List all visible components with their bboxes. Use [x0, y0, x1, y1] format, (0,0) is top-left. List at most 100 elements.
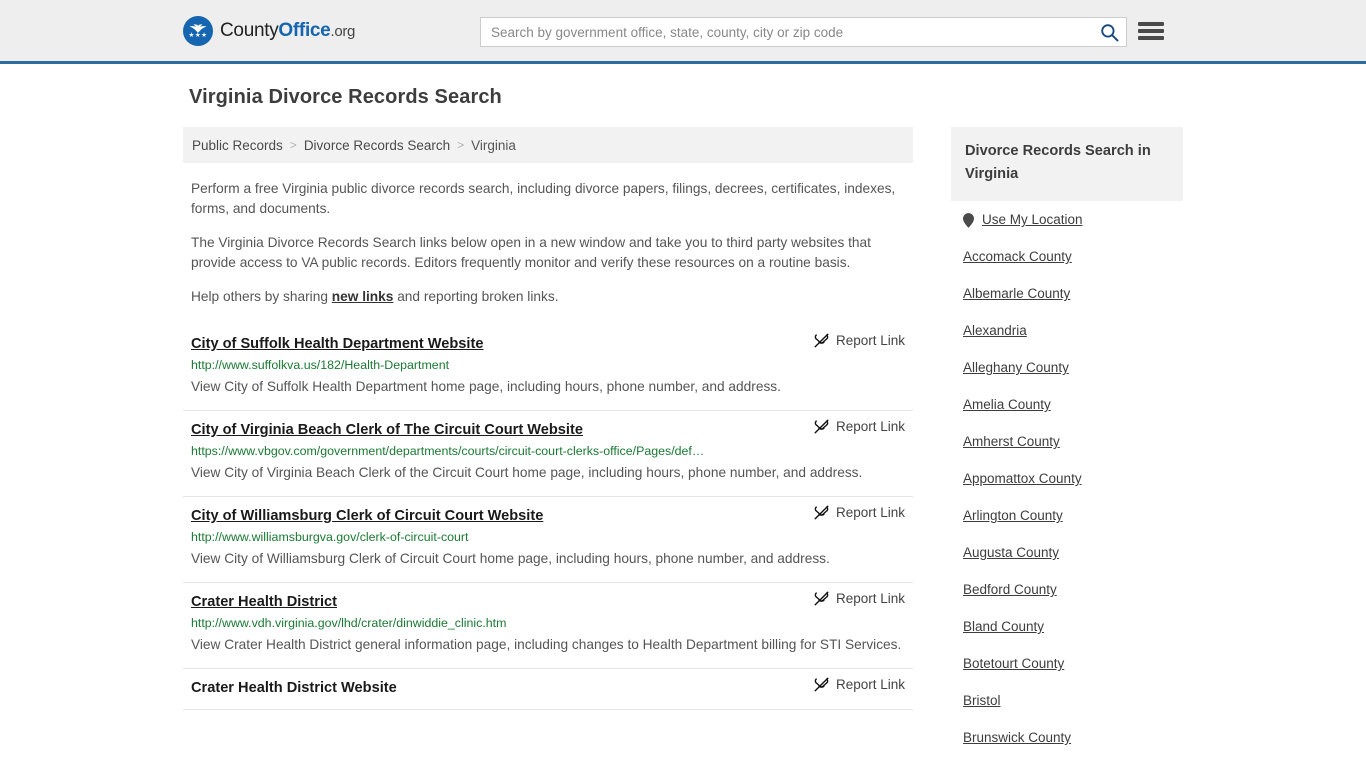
site-logo[interactable]: ★★★ CountyOffice.org	[183, 15, 355, 46]
search-button[interactable]	[1092, 18, 1126, 46]
result-description: View Crater Health District general info…	[191, 637, 902, 652]
result-title-link[interactable]: City of Suffolk Health Department Websit…	[191, 334, 483, 354]
results-list: City of Suffolk Health Department Websit…	[183, 325, 913, 710]
sidebar-county-link[interactable]: Amelia County	[963, 396, 1051, 414]
sidebar-item-use-my-location[interactable]: Use My Location	[951, 201, 1183, 238]
breadcrumb-item-virginia: Virginia	[471, 137, 516, 153]
result-url: http://www.williamsburgva.gov/clerk-of-c…	[191, 530, 469, 544]
logo-text-org: .org	[330, 22, 356, 40]
new-links-link[interactable]: new links	[332, 289, 394, 304]
sidebar-item-county[interactable]: Brunswick County	[951, 719, 1183, 756]
result-item: Crater Health District Website Report Lin…	[183, 669, 913, 710]
sidebar-item-county[interactable]: Botetourt County	[951, 645, 1183, 682]
result-title-link[interactable]: Crater Health District Website	[191, 678, 397, 698]
sidebar-county-link[interactable]: Augusta County	[963, 544, 1059, 562]
sidebar-item-county[interactable]: Albemarle County	[951, 275, 1183, 312]
sidebar-county-link[interactable]: Amherst County	[963, 433, 1060, 451]
result-title-link[interactable]: City of Williamsburg Clerk of Circuit Co…	[191, 506, 543, 526]
sidebar-county-link[interactable]: Brunswick County	[963, 729, 1071, 747]
report-link-button[interactable]: Report Link	[814, 677, 905, 692]
report-link-label: Report Link	[835, 677, 905, 692]
result-title-link[interactable]: City of Virginia Beach Clerk of The Circ…	[191, 420, 583, 440]
intro-p3-before: Help others by sharing	[191, 289, 332, 304]
intro-p3-after: and reporting broken links.	[393, 289, 559, 304]
broken-link-icon	[814, 419, 829, 434]
content-columns: Public Records > Divorce Records Search …	[183, 127, 1183, 768]
result-title-link[interactable]: Crater Health District	[191, 592, 337, 612]
hamburger-menu-icon[interactable]	[1138, 20, 1164, 42]
intro-text: Perform a free Virginia public divorce r…	[183, 179, 913, 307]
hamburger-bar-3	[1138, 36, 1164, 40]
result-description: View City of Virginia Beach Clerk of the…	[191, 465, 863, 480]
report-link-label: Report Link	[835, 419, 905, 434]
sidebar-item-county[interactable]: Alexandria	[951, 312, 1183, 349]
result-description: View City of Suffolk Health Department h…	[191, 379, 781, 394]
sidebar-item-county[interactable]: Augusta County	[951, 534, 1183, 571]
three-stars-icon: ★★★	[188, 31, 208, 39]
sidebar-county-link[interactable]: Accomack County	[963, 248, 1072, 266]
main-content: Public Records > Divorce Records Search …	[183, 127, 913, 710]
sidebar-item-county[interactable]: Bland County	[951, 608, 1183, 645]
logo-text-county: County	[220, 19, 279, 41]
report-link-button[interactable]: Report Link	[814, 505, 905, 520]
sidebar-item-county[interactable]: Alleghany County	[951, 349, 1183, 386]
result-url: https://www.vbgov.com/government/departm…	[191, 444, 705, 458]
sidebar-county-list: Use My Location Accomack County Albemarle…	[951, 201, 1183, 768]
header-inner: ★★★ CountyOffice.org	[183, 0, 1183, 61]
sidebar-county-link[interactable]: Bland County	[963, 618, 1044, 636]
sidebar-item-county[interactable]: Arlington County	[951, 497, 1183, 534]
result-header: City of Virginia Beach Clerk of The Circ…	[191, 419, 905, 440]
intro-paragraph-2: The Virginia Divorce Records Search link…	[191, 235, 871, 270]
sidebar-item-county[interactable]: Bedford County	[951, 571, 1183, 608]
map-pin-icon	[963, 212, 974, 228]
sidebar-county-link[interactable]: Botetourt County	[963, 655, 1064, 673]
result-url: http://www.vdh.virginia.gov/lhd/crater/d…	[191, 616, 507, 630]
sidebar-county-link[interactable]: Appomattox County	[963, 470, 1082, 488]
sidebar-item-county[interactable]: Accomack County	[951, 238, 1183, 275]
search-bar[interactable]	[480, 17, 1127, 47]
sidebar-item-county[interactable]: Appomattox County	[951, 460, 1183, 497]
breadcrumb-separator-1: >	[289, 138, 297, 152]
hamburger-bar-1	[1138, 22, 1164, 26]
sidebar-county-link[interactable]: Arlington County	[963, 507, 1063, 525]
logo-text-office: Office	[278, 19, 331, 41]
result-header: Crater Health District Report Link	[191, 591, 905, 612]
site-header: ★★★ CountyOffice.org	[0, 0, 1366, 64]
report-link-button[interactable]: Report Link	[814, 333, 905, 348]
sidebar-county-link[interactable]: Albemarle County	[963, 285, 1070, 303]
intro-paragraph-3: Help others by sharing new links and rep…	[191, 287, 905, 307]
sidebar-title: Divorce Records Search in Virginia	[951, 127, 1183, 201]
sidebar-item-county[interactable]: Amherst County	[951, 423, 1183, 460]
logo-text: CountyOffice.org	[220, 20, 355, 42]
result-item: City of Suffolk Health Department Websit…	[183, 325, 913, 411]
breadcrumb: Public Records > Divorce Records Search …	[183, 127, 913, 163]
result-header: City of Suffolk Health Department Websit…	[191, 333, 905, 354]
sidebar: Divorce Records Search in Virginia Use M…	[951, 127, 1183, 768]
sidebar-county-link[interactable]: Alleghany County	[963, 359, 1069, 377]
result-url: http://www.suffolkva.us/182/Health-Depar…	[191, 358, 450, 372]
report-link-label: Report Link	[835, 505, 905, 520]
sidebar-item-county[interactable]: Bristol	[951, 682, 1183, 719]
broken-link-icon	[814, 677, 829, 692]
result-item: Crater Health District Report Link http://…	[183, 583, 913, 669]
report-link-button[interactable]: Report Link	[814, 591, 905, 606]
search-input[interactable]	[481, 18, 1092, 46]
report-link-label: Report Link	[835, 591, 905, 606]
page-title: Virginia Divorce Records Search	[189, 86, 502, 108]
sidebar-item-county[interactable]: Buchanan County	[951, 756, 1183, 768]
sidebar-county-link[interactable]: Bristol	[963, 692, 1001, 710]
sidebar-county-link[interactable]: Alexandria	[963, 322, 1027, 340]
page-container: Virginia Divorce Records Search Public R…	[183, 64, 1183, 768]
use-my-location-link[interactable]: Use My Location	[982, 211, 1083, 229]
result-item: City of Williamsburg Clerk of Circuit Co…	[183, 497, 913, 583]
result-header: City of Williamsburg Clerk of Circuit Co…	[191, 505, 905, 526]
sidebar-item-county[interactable]: Amelia County	[951, 386, 1183, 423]
sidebar-county-link[interactable]: Bedford County	[963, 581, 1057, 599]
breadcrumb-separator-2: >	[457, 138, 465, 152]
result-header: Crater Health District Website Report Lin…	[191, 677, 905, 698]
report-link-button[interactable]: Report Link	[814, 419, 905, 434]
breadcrumb-item-divorce-records-search[interactable]: Divorce Records Search	[304, 138, 450, 153]
breadcrumb-item-public-records[interactable]: Public Records	[192, 138, 283, 153]
hamburger-bar-2	[1138, 29, 1164, 33]
result-item: City of Virginia Beach Clerk of The Circ…	[183, 411, 913, 497]
